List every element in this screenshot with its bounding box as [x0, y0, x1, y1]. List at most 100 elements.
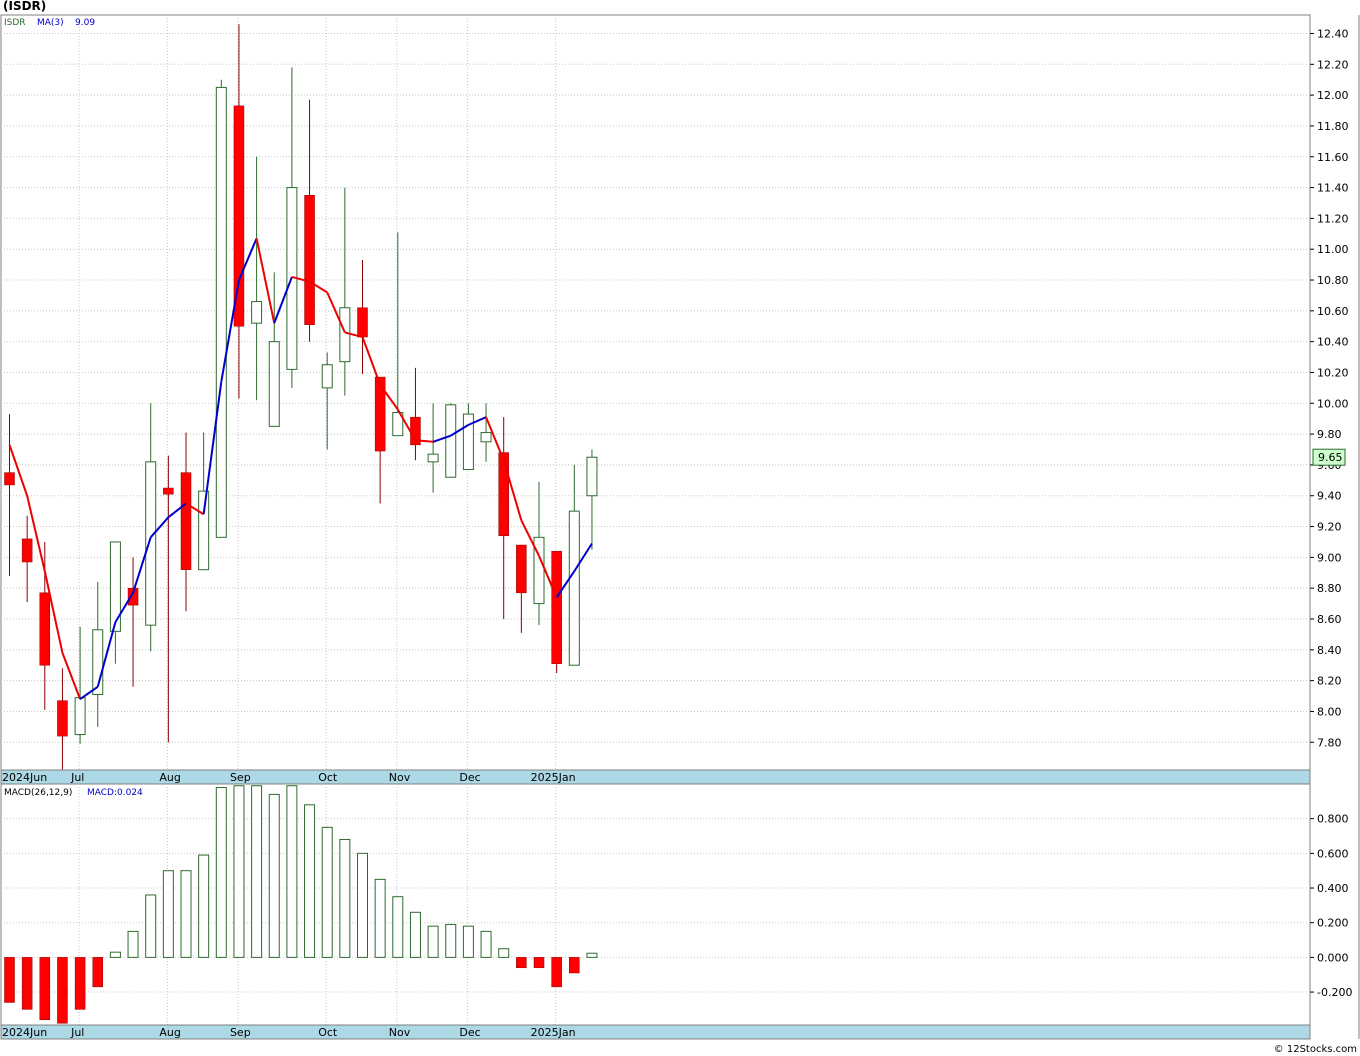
month-label-bottom-2: Aug: [159, 1026, 180, 1039]
macd-bar-1: [21, 957, 33, 1010]
price-tick-label-23: 12.40: [1317, 27, 1349, 40]
price-tick-label-14: 10.60: [1317, 305, 1349, 318]
price-tick-label-8: 9.40: [1317, 490, 1342, 503]
candle-body-4: [74, 697, 86, 736]
macd-bar-14: [251, 785, 263, 958]
legend-ma-label: MA(3): [37, 18, 64, 28]
month-label-top-7: 2025Jan: [531, 771, 576, 784]
price-tick-label-13: 10.40: [1317, 336, 1349, 349]
price-panel: [0, 14, 1311, 771]
macd-bar-32: [569, 957, 580, 974]
candle-body-12: [215, 86, 227, 538]
month-label-bottom-5: Nov: [389, 1026, 411, 1039]
candle-31: [551, 550, 562, 673]
chart-title: (ISDR): [3, 0, 46, 13]
month-label-bottom-1: Jul: [70, 1026, 84, 1039]
price-tick-label-2: 8.20: [1317, 675, 1342, 688]
candle-body-2: [39, 592, 51, 666]
macd-bar-22: [392, 896, 404, 958]
price-tick-label-16: 11.00: [1317, 243, 1349, 256]
legend-ma-value: 9.09: [75, 18, 95, 28]
candle-body-24: [427, 453, 439, 463]
macd-tick-label-2: 0.200: [1317, 917, 1349, 930]
macd-bar-16: [286, 785, 298, 958]
macd-bar-5: [92, 957, 103, 988]
macd-panel: [0, 783, 1311, 1026]
price-tick-label-12: 10.20: [1317, 366, 1349, 379]
price-tick-label-17: 11.20: [1317, 212, 1349, 225]
candle-body-8: [145, 461, 157, 626]
macd-bar-17: [304, 804, 316, 958]
macd-y-axis: -0.200 0.000 0.200 0.400 0.600 0.800: [1310, 813, 1352, 999]
macd-bar-21: [374, 878, 386, 958]
price-tick-label-5: 8.80: [1317, 582, 1342, 595]
macd-bar-23: [409, 911, 421, 958]
price-tick-label-1: 8.00: [1317, 705, 1342, 718]
candle-body-13: [233, 105, 245, 327]
macd-bar-26: [462, 925, 474, 958]
price-tick-label-19: 11.60: [1317, 151, 1349, 164]
macd-bar-18: [321, 826, 333, 958]
month-label-bottom-7: 2025Jan: [531, 1026, 576, 1039]
macd-bar-6: [109, 951, 121, 958]
macd-bar-20: [357, 852, 368, 958]
candle-body-11: [198, 490, 210, 571]
month-label-bottom-3: Sep: [230, 1026, 251, 1039]
candle-body-32: [568, 510, 580, 666]
chart: (ISDR) 7.80 8.00 8.20 8.40 8.60 8.80 9.00 9.20 9…: [0, 0, 1360, 1055]
month-label-top-1: Jul: [70, 771, 84, 784]
macd-bar-15: [268, 793, 280, 958]
macd-value-label: MACD:0.024: [87, 788, 143, 798]
price-y-axis: 7.808.008.208.408.608.809.009.209.409.60…: [1310, 27, 1349, 749]
macd-bar-29: [516, 957, 527, 969]
price-tick-label-11: 10.00: [1317, 397, 1349, 410]
candle-12: [215, 79, 227, 538]
price-tick-label-0: 7.80: [1317, 736, 1342, 749]
candle-body-9: [163, 487, 174, 495]
macd-bar-0: [4, 957, 15, 1003]
price-tick-label-4: 8.60: [1317, 613, 1342, 626]
macd-month-band: [0, 1024, 1311, 1040]
candle-body-29: [516, 544, 527, 594]
month-label-bottom-6: Dec: [459, 1026, 480, 1039]
macd-bar-11: [198, 854, 210, 958]
macd-bar-33: [586, 952, 598, 958]
price-tick-label-7: 9.20: [1317, 521, 1342, 534]
legend-symbol: ISDR: [4, 18, 26, 28]
macd-label: MACD(26,12,9): [4, 788, 72, 798]
candle-body-1: [21, 538, 33, 563]
macd-bar-27: [480, 930, 492, 958]
month-label-top-3: Sep: [230, 771, 251, 784]
candle-body-18: [321, 364, 333, 389]
price-tick-label-20: 11.80: [1317, 120, 1349, 133]
candle-body-0: [4, 472, 15, 486]
last-price-badge: 9.65: [1312, 448, 1346, 466]
month-label-top-0: 2024Jun: [2, 771, 47, 784]
candle-body-31: [551, 550, 562, 664]
candle-body-3: [57, 700, 68, 737]
price-month-band: [0, 769, 1311, 785]
candle-25: [445, 403, 457, 478]
macd-bar-4: [74, 957, 86, 1010]
macd-bar-2: [39, 957, 51, 1021]
macd-tick-label-0: -0.200: [1317, 986, 1352, 999]
candle-body-27: [480, 432, 492, 443]
macd-tick-label-5: 0.800: [1317, 813, 1349, 826]
candle-body-19: [339, 307, 351, 363]
candle-body-17: [304, 195, 315, 325]
month-label-top-6: Dec: [459, 771, 480, 784]
macd-bar-9: [162, 870, 174, 958]
price-tick-label-18: 11.40: [1317, 182, 1349, 195]
macd-bar-8: [145, 894, 157, 958]
macd-bar-10: [180, 870, 192, 958]
month-label-top-5: Nov: [389, 771, 411, 784]
candle-body-10: [180, 472, 192, 570]
macd-bar-31: [551, 957, 562, 988]
candle-body-15: [268, 341, 280, 427]
macd-bar-25: [445, 923, 457, 958]
price-tick-label-22: 12.20: [1317, 58, 1349, 71]
candle-body-25: [445, 404, 457, 478]
price-tick-label-6: 9.00: [1317, 551, 1342, 564]
candle-body-28: [498, 452, 509, 537]
footer-credit: © 12Stocks.com: [1274, 1044, 1357, 1055]
